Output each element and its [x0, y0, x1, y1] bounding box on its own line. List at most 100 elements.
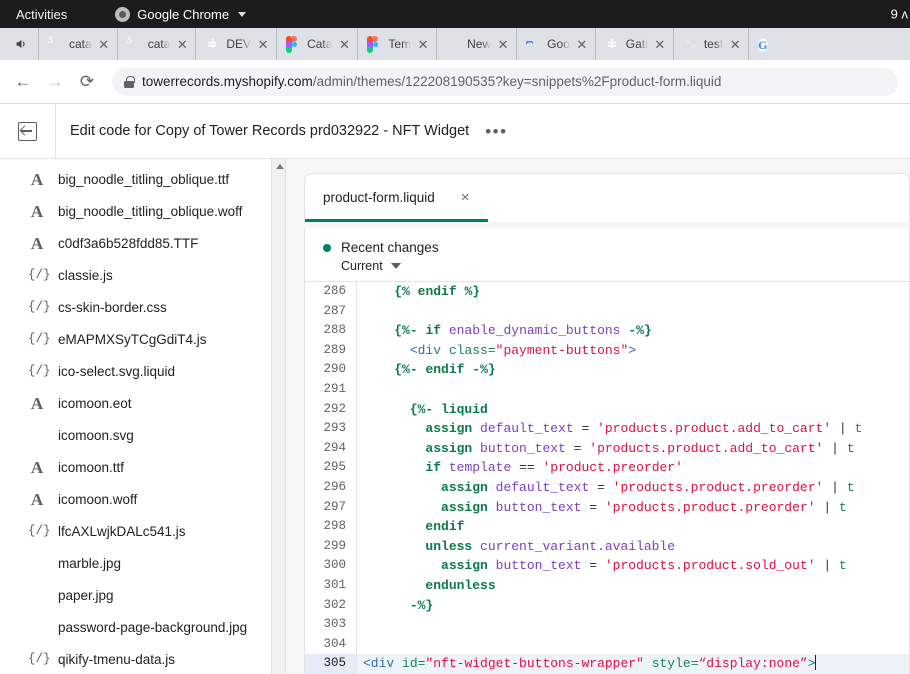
file-name: paper.jpg — [58, 588, 114, 603]
file-name: icomoon.ttf — [58, 460, 124, 475]
close-icon[interactable]: ✕ — [496, 38, 510, 51]
figma-icon — [286, 36, 302, 52]
code-line[interactable]: 294 assign button_text = 'products.produ… — [305, 439, 909, 459]
address-bar[interactable]: towerrecords.myshopify.com/admin/themes/… — [112, 68, 898, 96]
line-number: 300 — [305, 556, 357, 576]
shopify-icon — [48, 36, 64, 52]
browser-tab[interactable]: cata ✕ — [117, 28, 196, 60]
browser-tab[interactable]: cata ✕ — [38, 28, 117, 60]
active-app-menu[interactable]: Google Chrome — [115, 7, 246, 22]
code-line[interactable]: 289 <div class="payment-buttons"> — [305, 341, 909, 361]
browser-tab[interactable]: G Goo ✕ — [516, 28, 595, 60]
browser-tab[interactable]: Cata ✕ — [276, 28, 357, 60]
file-list-item[interactable]: {/}cs-skin-border.css — [0, 291, 285, 323]
file-list-item[interactable]: Aicomoon.eot — [0, 387, 285, 419]
globe-icon — [683, 36, 699, 52]
close-icon[interactable]: ✕ — [97, 38, 111, 51]
tab-title: New — [467, 37, 491, 51]
file-name: icomoon.svg — [58, 428, 134, 443]
close-icon[interactable]: ✕ — [337, 38, 351, 51]
code-line[interactable]: 287 — [305, 302, 909, 322]
speaker-icon[interactable] — [4, 28, 38, 60]
code-line[interactable]: 288 {%- if enable_dynamic_buttons -%} — [305, 321, 909, 341]
code-line[interactable]: 291 — [305, 380, 909, 400]
code-line[interactable]: 304 — [305, 635, 909, 655]
tab-title: cata — [69, 37, 92, 51]
file-list-item[interactable]: {/}ico-select.svg.liquid — [0, 355, 285, 387]
exit-editor-button[interactable] — [0, 104, 56, 159]
code-area[interactable]: 286 {% endif %}287288 {%- if enable_dyna… — [304, 282, 910, 674]
file-list-item[interactable]: password-page-background.jpg — [0, 611, 285, 643]
font-file-icon: A — [28, 459, 46, 476]
code-file-icon: {/} — [28, 332, 46, 346]
code-file-icon: {/} — [28, 524, 46, 538]
code-line[interactable]: 296 assign default_text = 'products.prod… — [305, 478, 909, 498]
code-line[interactable]: 292 {%- liquid — [305, 400, 909, 420]
file-list-item[interactable]: Abig_noodle_titling_oblique.woff — [0, 195, 285, 227]
reload-button[interactable]: ⟳ — [72, 67, 102, 97]
file-list-item[interactable]: Abig_noodle_titling_oblique.ttf — [0, 163, 285, 195]
line-number: 297 — [305, 498, 357, 518]
browser-tab-strip: cata ✕ cata ✕ DEV ✕ Cata ✕ Tem ✕ New ✕ G… — [0, 28, 910, 60]
code-line-text: -%} — [357, 596, 433, 616]
code-line[interactable]: 297 assign button_text = 'products.produ… — [305, 498, 909, 518]
code-line[interactable]: 300 assign button_text = 'products.produ… — [305, 556, 909, 576]
file-list-item[interactable]: marble.jpg — [0, 547, 285, 579]
code-line[interactable]: 298 endif — [305, 517, 909, 537]
browser-tab[interactable]: G — [748, 28, 776, 60]
close-icon[interactable]: ✕ — [653, 38, 667, 51]
code-line[interactable]: 299 unless current_variant.available — [305, 537, 909, 557]
code-line[interactable]: 290 {%- endif -%} — [305, 360, 909, 380]
file-list-item[interactable]: {/}lfcAXLwjkDALc541.js — [0, 515, 285, 547]
close-icon[interactable]: ✕ — [575, 38, 589, 51]
browser-toolbar: ← → ⟳ towerrecords.myshopify.com/admin/t… — [0, 60, 910, 104]
line-number: 294 — [305, 439, 357, 459]
code-line[interactable]: 301 endunless — [305, 576, 909, 596]
more-actions-button[interactable]: ••• — [485, 123, 507, 140]
google-sheets-icon — [205, 36, 221, 52]
page-title: Edit code for Copy of Tower Records prd0… — [70, 123, 469, 139]
file-name: cs-skin-border.css — [58, 300, 167, 315]
code-line[interactable]: 303 — [305, 615, 909, 635]
close-icon[interactable]: ✕ — [728, 38, 742, 51]
file-list-item[interactable]: {/}eMAPMXSyTCgGdiT4.js — [0, 323, 285, 355]
file-list-item[interactable]: icomoon.svg — [0, 419, 285, 451]
tab-title: Tem — [388, 37, 411, 51]
file-list-item[interactable]: {/}classie.js — [0, 259, 285, 291]
file-list-item[interactable]: Aicomoon.woff — [0, 483, 285, 515]
code-line[interactable]: 295 if template == 'product.preorder' — [305, 458, 909, 478]
file-list-item[interactable]: paper.jpg — [0, 579, 285, 611]
close-icon[interactable]: ✕ — [416, 38, 430, 51]
code-line-text: <div id="nft-widget-buttons-wrapper" sty… — [357, 654, 816, 674]
browser-tab[interactable]: Gati ✕ — [595, 28, 673, 60]
file-list-item[interactable]: {/}qikify-tmenu-data.js — [0, 643, 285, 674]
code-line[interactable]: 286 {% endif %} — [305, 282, 909, 302]
tab-title: Gati — [626, 37, 648, 51]
code-line-active[interactable]: 305<div id="nft-widget-buttons-wrapper" … — [305, 654, 909, 674]
theme-file-list[interactable]: Abig_noodle_titling_oblique.ttfAbig_nood… — [0, 159, 286, 674]
sidebar-scrollbar[interactable] — [271, 159, 285, 674]
line-number: 302 — [305, 596, 357, 616]
back-button[interactable]: ← — [8, 67, 38, 97]
editor-workspace: Abig_noodle_titling_oblique.ttfAbig_nood… — [0, 159, 910, 674]
code-line[interactable]: 302 -%} — [305, 596, 909, 616]
close-icon[interactable]: ✕ — [256, 38, 270, 51]
code-line-text: assign button_text = 'products.product.s… — [357, 556, 847, 576]
url-domain: towerrecords.myshopify.com — [142, 74, 313, 89]
scroll-up-arrow-icon[interactable] — [276, 164, 284, 169]
code-line[interactable]: 293 assign default_text = 'products.prod… — [305, 419, 909, 439]
lock-icon[interactable] — [124, 76, 134, 88]
close-icon[interactable]: × — [461, 190, 470, 205]
file-list-item[interactable]: Ac0df3a6b528fdd85.TTF — [0, 227, 285, 259]
browser-tab[interactable]: test ✕ — [673, 28, 748, 60]
version-select[interactable]: Current — [341, 259, 891, 273]
file-name: ico-select.svg.liquid — [58, 364, 175, 379]
browser-tab[interactable]: Tem ✕ — [357, 28, 436, 60]
forward-button[interactable]: → — [40, 67, 70, 97]
browser-tab[interactable]: DEV ✕ — [195, 28, 276, 60]
activities-button[interactable]: Activities — [10, 7, 73, 22]
file-list-item[interactable]: Aicomoon.ttf — [0, 451, 285, 483]
tab-product-form-liquid[interactable]: product-form.liquid × — [305, 175, 488, 222]
close-icon[interactable]: ✕ — [175, 38, 189, 51]
browser-tab[interactable]: New ✕ — [436, 28, 516, 60]
